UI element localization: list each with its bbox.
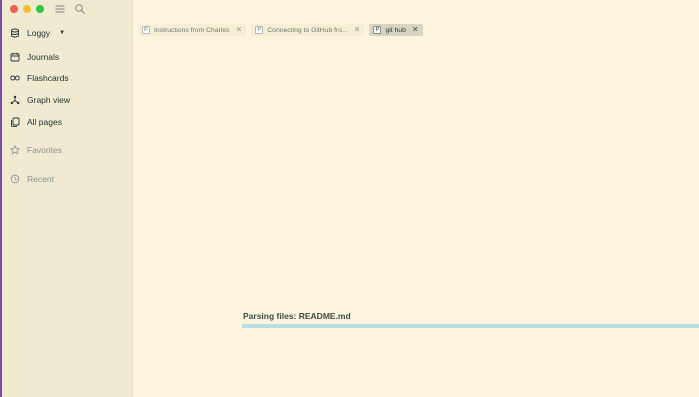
star-icon [10, 145, 20, 155]
sidebar-section-favorites[interactable]: Favorites [10, 143, 62, 157]
pages-icon [10, 117, 20, 127]
left-sidebar: Loggy ▼ Journals Flashcards Graph view A… [2, 0, 133, 397]
sidebar-item-all-pages[interactable]: All pages [10, 115, 62, 129]
sidebar-section-label: Favorites [27, 145, 62, 155]
sidebar-section-recent[interactable]: Recent [10, 172, 54, 186]
parsing-status-text: Parsing files: README.md [243, 311, 351, 321]
page-badge: P [373, 26, 382, 34]
sidebar-item-journals[interactable]: Journals [10, 50, 59, 64]
close-window-button[interactable] [10, 5, 18, 13]
sidebar-item-label: Graph view [27, 95, 70, 105]
page-badge: P [255, 26, 264, 34]
close-icon[interactable]: ✕ [236, 26, 243, 34]
progress-fill [242, 324, 699, 328]
database-icon [10, 28, 20, 38]
tab-git-hub[interactable]: P git hub ✕ [369, 24, 423, 36]
sidebar-item-label: Journals [27, 52, 60, 62]
minimize-window-button[interactable] [23, 5, 31, 13]
infinity-icon [10, 73, 20, 83]
window-controls [10, 5, 44, 13]
sidebar-item-graph-view[interactable]: Graph view [10, 93, 70, 107]
search-icon[interactable] [74, 3, 86, 15]
tab-label: git hub [385, 26, 406, 34]
sidebar-item-flashcards[interactable]: Flashcards [10, 71, 69, 85]
close-icon[interactable]: ✕ [354, 26, 361, 34]
tab-instructions-from-charles[interactable]: P Instructions from Charles ✕ [138, 24, 247, 36]
graph-name: Loggy [27, 28, 51, 38]
sidebar-item-label: Flashcards [27, 73, 69, 83]
tab-label: Instructions from Charles [154, 26, 230, 34]
tab-label: Connecting to GitHub fro... [267, 26, 348, 34]
menu-icon[interactable] [54, 3, 66, 15]
calendar-icon [10, 52, 20, 62]
parsing-progress-bar [242, 324, 699, 328]
tab-bar: P Instructions from Charles ✕ P Connecti… [138, 24, 423, 36]
maximize-window-button[interactable] [36, 5, 44, 13]
close-icon[interactable]: ✕ [412, 26, 419, 34]
tab-connecting-to-github[interactable]: P Connecting to GitHub fro... ✕ [251, 24, 365, 36]
chevron-down-icon: ▼ [59, 30, 66, 36]
history-icon [10, 174, 20, 184]
sidebar-section-label: Recent [27, 174, 54, 184]
page-badge: P [142, 26, 150, 34]
graph-switcher[interactable]: Loggy ▼ [10, 26, 65, 40]
sidebar-item-label: All pages [27, 117, 62, 127]
graph-icon [10, 95, 20, 105]
